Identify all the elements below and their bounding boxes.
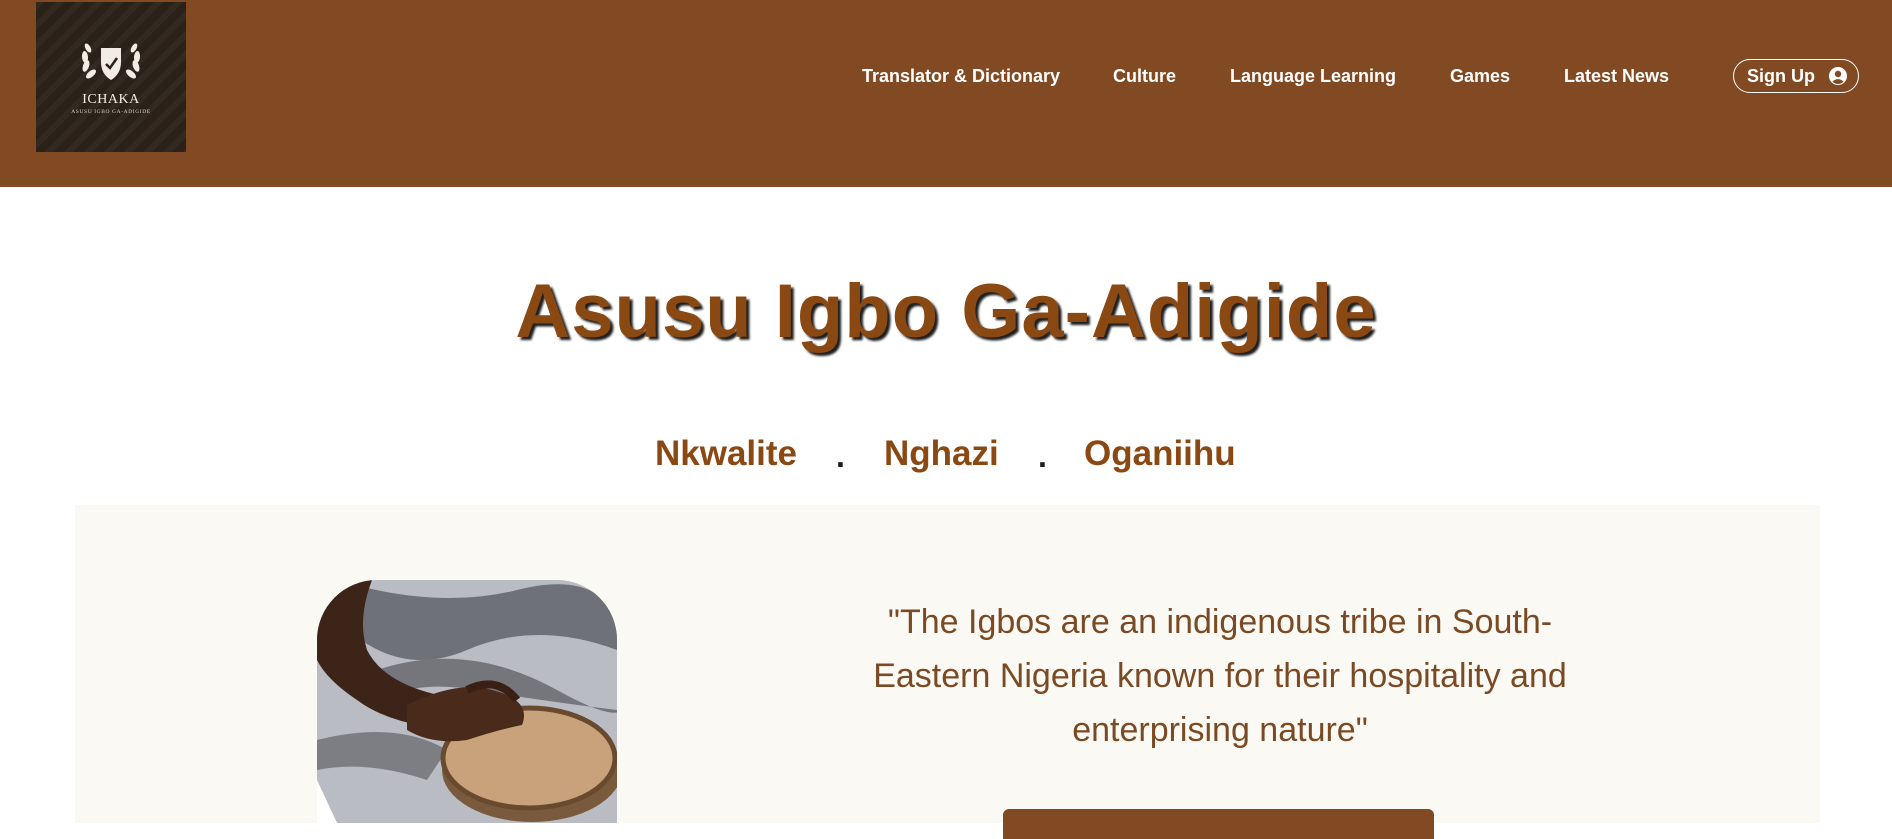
nav-language-learning[interactable]: Language Learning: [1230, 66, 1396, 87]
laurel-shield-icon: [81, 43, 141, 80]
nav-culture[interactable]: Culture: [1113, 66, 1176, 87]
logo-tagline: ASUSU IGBO GA-ADIGIDE: [71, 109, 151, 115]
tagline-separator: .: [1038, 438, 1047, 474]
hands-playing-drum-image: [317, 580, 617, 823]
sign-up-button[interactable]: Sign Up: [1733, 59, 1859, 93]
nav-translator-dictionary[interactable]: Translator & Dictionary: [862, 66, 1060, 87]
tagline-word-nghazi: Nghazi: [884, 434, 999, 473]
nav-games[interactable]: Games: [1450, 66, 1510, 87]
sign-up-label: Sign Up: [1747, 66, 1815, 86]
cta-button[interactable]: [1003, 809, 1434, 839]
drum-photo: [317, 580, 617, 823]
feature-quote: "The Igbos are an indigenous tribe in So…: [873, 603, 1567, 749]
tagline-separator: .: [836, 438, 845, 474]
logo-name: ICHAKA: [82, 92, 140, 107]
user-circle-icon: [1829, 67, 1847, 85]
tagline-word-nkwalite: Nkwalite: [655, 434, 797, 473]
site-logo[interactable]: ICHAKA ASUSU IGBO GA-ADIGIDE: [36, 2, 186, 152]
tagline-word-oganiihu: Oganiihu: [1084, 434, 1236, 473]
hero-title: Asusu Igbo Ga-Adigide: [515, 269, 1377, 354]
site-header: ICHAKA ASUSU IGBO GA-ADIGIDE Translator …: [0, 0, 1892, 187]
nav-latest-news[interactable]: Latest News: [1564, 66, 1669, 87]
